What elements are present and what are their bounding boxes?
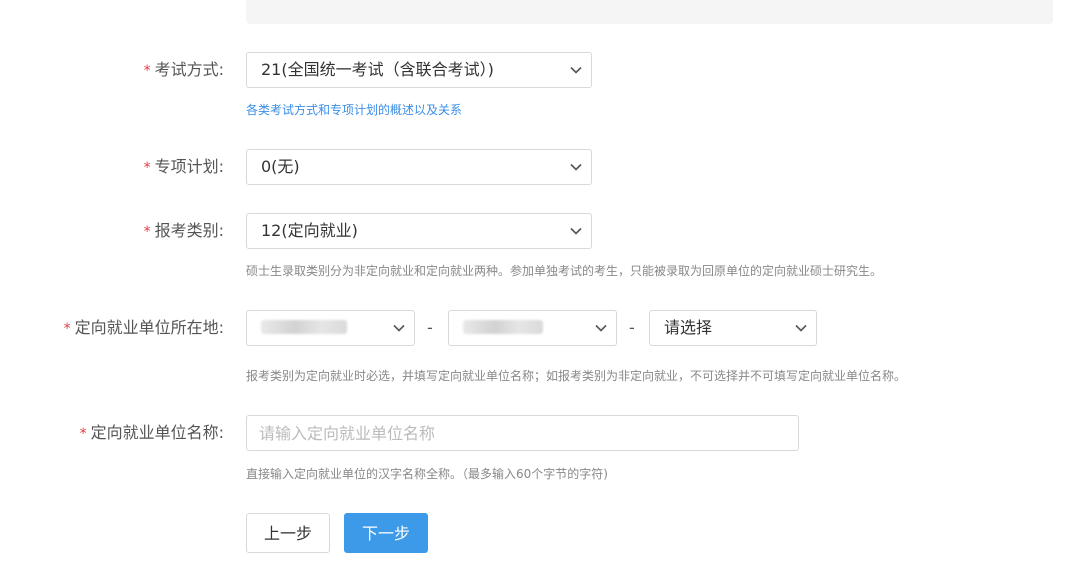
unit-name-hint: 直接输入定向就业单位的汉字名称全称。（最多输入60个字节的字符) (246, 467, 608, 481)
exam-mode-label: * 考试方式: (143, 60, 224, 79)
province-value-redacted (261, 320, 347, 334)
category-value: 12(定向就业) (261, 221, 358, 240)
chevron-down-icon (794, 311, 808, 345)
required-mark: * (143, 63, 151, 79)
unit-name-label: * 定向就业单位名称: (79, 423, 224, 442)
chevron-down-icon (569, 53, 583, 87)
exam-mode-select[interactable]: 21(全国统一考试（含联合考试）) (246, 52, 592, 88)
special-plan-label: * 专项计划: (143, 157, 224, 176)
category-hint: 硕士生录取类别分为非定向就业和定向就业两种。参加单独考试的考生，只能被录取为回原… (246, 264, 883, 278)
chevron-down-icon (569, 214, 583, 248)
chevron-down-icon (569, 150, 583, 184)
city-select[interactable] (448, 310, 617, 346)
category-select[interactable]: 12(定向就业) (246, 213, 592, 249)
exam-mode-overview-link[interactable]: 各类考试方式和专项计划的概述以及关系 (246, 101, 462, 118)
district-select[interactable]: 请选择 (649, 310, 817, 346)
special-plan-value: 0(无) (261, 157, 300, 176)
district-value: 请选择 (664, 318, 713, 337)
prev-step-button[interactable]: 上一步 (246, 513, 330, 553)
category-label: * 报考类别: (143, 221, 224, 240)
next-step-button[interactable]: 下一步 (344, 513, 428, 553)
required-mark: * (63, 321, 71, 337)
required-mark: * (143, 160, 151, 176)
special-plan-select[interactable]: 0(无) (246, 149, 592, 185)
chevron-down-icon (392, 311, 406, 345)
required-mark: * (143, 224, 151, 240)
unit-name-input[interactable] (246, 415, 799, 451)
previous-field-box (246, 0, 1053, 24)
unit-location-label: * 定向就业单位所在地: (63, 318, 224, 337)
unit-location-hint: 报考类别为定向就业时必选，并填写定向就业单位名称；如报考类别为非定向就业，不可选… (246, 369, 907, 383)
province-select[interactable] (246, 310, 415, 346)
location-separator: - (427, 318, 433, 337)
chevron-down-icon (594, 311, 608, 345)
location-separator: - (629, 318, 635, 337)
required-mark: * (79, 426, 87, 442)
exam-mode-value: 21(全国统一考试（含联合考试）) (261, 60, 494, 79)
city-value-redacted (463, 320, 543, 334)
